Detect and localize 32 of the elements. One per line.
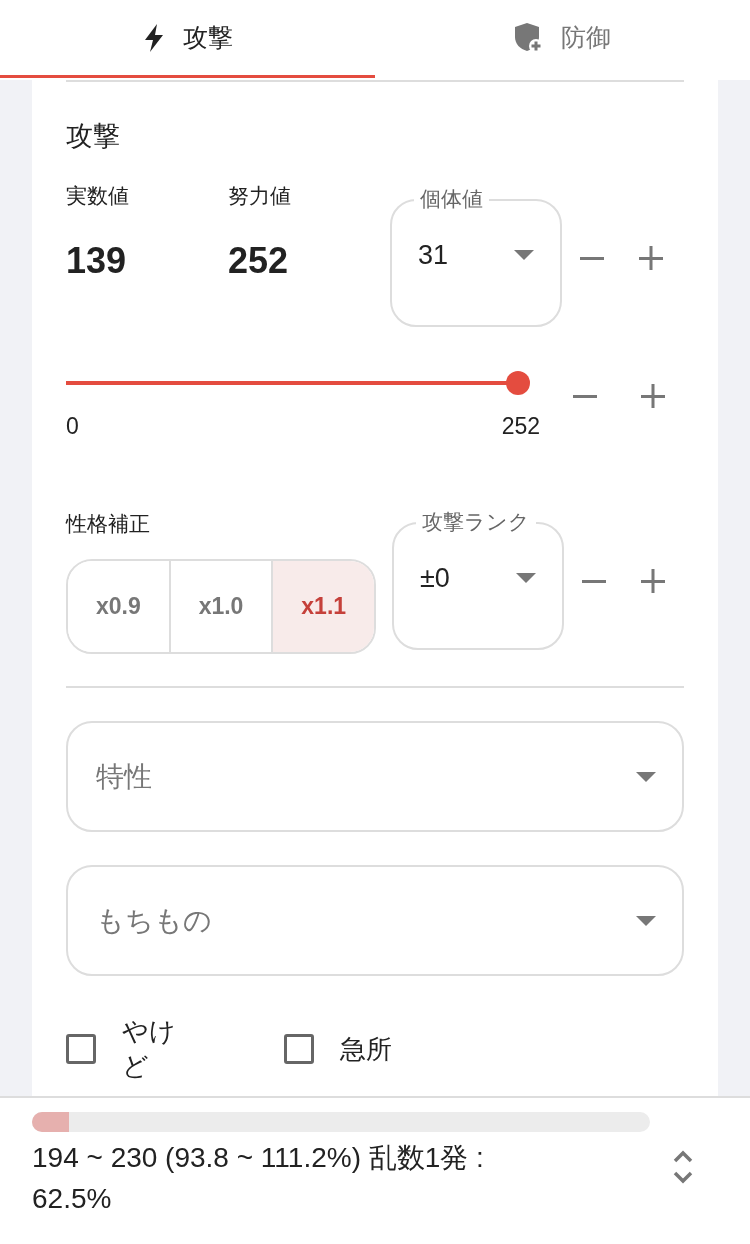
dropdown-caret-icon bbox=[516, 573, 536, 583]
ev-label: 努力値 bbox=[228, 183, 292, 209]
dropdown-caret-icon bbox=[636, 771, 656, 782]
checkbox-label: やけど bbox=[122, 1015, 177, 1084]
select-placeholder: もちもの bbox=[96, 903, 212, 938]
checkbox[interactable] bbox=[284, 1034, 314, 1065]
plus-icon[interactable] bbox=[638, 245, 664, 271]
lightning-icon bbox=[142, 23, 165, 52]
dropdown-caret-icon bbox=[636, 915, 656, 926]
dropdown-caret-icon bbox=[514, 250, 534, 260]
damage-result-text: 194 ~ 230 (93.8 ~ 111.2%) 乱数1発 : 62.5% bbox=[32, 1141, 485, 1216]
field-value: 31 bbox=[418, 239, 449, 271]
plus-icon[interactable] bbox=[640, 568, 666, 594]
nature-label: 性格補正 bbox=[66, 511, 151, 537]
plus-icon[interactable] bbox=[640, 383, 666, 409]
section-title: 攻撃 bbox=[66, 120, 121, 153]
checkbox-label: 急所 bbox=[340, 1032, 392, 1066]
nature-option[interactable]: x1.1 bbox=[271, 561, 374, 652]
shield-plus-icon bbox=[514, 22, 543, 53]
field-value: ±0 bbox=[420, 562, 450, 594]
stat-label: 実数値 bbox=[66, 183, 130, 209]
slider-thumb[interactable] bbox=[506, 371, 530, 395]
field-label: 攻撃ランク bbox=[416, 508, 536, 536]
slider-max-label: 252 bbox=[501, 413, 540, 440]
expand-collapse-icon[interactable] bbox=[672, 1150, 694, 1184]
stat-value: 139 bbox=[66, 240, 128, 282]
slider-min-label: 0 bbox=[66, 413, 79, 440]
select-field[interactable]: 特性 bbox=[66, 721, 684, 832]
select-field[interactable]: もちもの bbox=[66, 865, 684, 976]
select-placeholder: 特性 bbox=[96, 759, 152, 794]
ev-value: 252 bbox=[228, 240, 290, 282]
checkbox[interactable] bbox=[66, 1034, 96, 1065]
